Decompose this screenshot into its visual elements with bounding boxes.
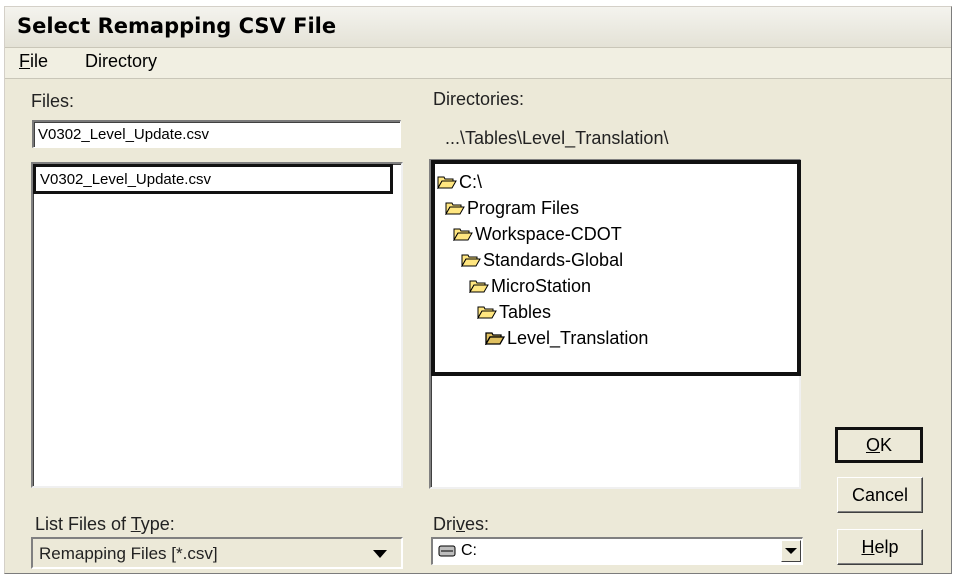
help-hotkey: H <box>861 537 875 557</box>
drives-selected: C: <box>461 542 477 559</box>
file-type-selected: Remapping Files [*.csv] <box>39 544 218 563</box>
drives-label-pre: Dri <box>433 514 456 534</box>
file-type-label-post: ype: <box>140 514 175 534</box>
open-folder-icon <box>453 228 473 241</box>
file-name-input[interactable]: V0302_Level_Update.csv <box>32 120 401 148</box>
tree-node-tables[interactable]: Tables <box>477 302 551 323</box>
dialog-title: Select Remapping CSV File <box>17 14 337 38</box>
open-folder-icon <box>469 280 489 293</box>
drives-label: Drives: <box>433 514 489 535</box>
tree-node-microstation[interactable]: MicroStation <box>469 276 591 297</box>
menu-directory[interactable]: Directory <box>85 51 157 72</box>
tree-node-level-translation[interactable]: Level_Translation <box>485 328 648 349</box>
drives-dropdown[interactable]: C: <box>431 537 803 565</box>
chevron-down-icon <box>785 548 797 554</box>
menu-file-rest: ile <box>30 51 49 71</box>
file-list-item-label: V0302_Level_Update.csv <box>40 171 211 188</box>
tree-node-label: Tables <box>499 302 552 322</box>
drives-label-post: es: <box>465 514 490 534</box>
file-type-label-hotkey: T <box>130 514 141 534</box>
drives-label-hotkey: v <box>456 514 465 534</box>
directories-label: Directories: <box>433 89 525 109</box>
tree-node-label: Workspace-CDOT <box>475 224 622 244</box>
drives-dropdown-button[interactable] <box>781 540 801 562</box>
help-button[interactable]: Help <box>837 529 923 565</box>
tree-node-label: Level_Translation <box>507 328 649 348</box>
tree-node-label: Program Files <box>467 198 580 218</box>
remap-csv-dialog: Select Remapping CSV File File Directory… <box>4 6 952 574</box>
menu-file[interactable]: File <box>19 51 48 72</box>
ok-hotkey: O <box>865 435 880 455</box>
cancel-button[interactable]: Cancel <box>837 477 923 513</box>
open-folder-selected-icon <box>485 332 505 345</box>
files-listbox[interactable]: V0302_Level_Update.csv <box>31 162 403 488</box>
open-folder-icon <box>437 176 457 189</box>
tree-node-c-drive[interactable]: C:\ <box>437 172 482 193</box>
tree-node-label: Standards-Global <box>483 250 624 270</box>
current-directory-path: ...\Tables\Level_Translation\ <box>445 128 669 148</box>
open-folder-icon <box>445 202 465 215</box>
file-type-dropdown[interactable]: Remapping Files [*.csv] <box>31 537 403 569</box>
file-type-label: List Files of Type: <box>35 514 175 535</box>
directory-tree-highlight: C:\ Program Files Workspace-CDOT Standar… <box>431 160 801 376</box>
tree-node-program-files[interactable]: Program Files <box>445 198 579 219</box>
chevron-down-icon <box>373 550 387 558</box>
files-label: Files: <box>31 91 75 111</box>
file-name-input-value: V0302_Level_Update.csv <box>38 126 209 143</box>
tree-node-label: C:\ <box>459 172 483 192</box>
title-bar[interactable]: Select Remapping CSV File <box>5 7 951 48</box>
ok-rest: K <box>880 435 893 455</box>
file-type-label-pre: List Files of <box>35 514 131 534</box>
ok-button[interactable]: OK <box>835 427 923 463</box>
tree-node-label: MicroStation <box>491 276 592 296</box>
open-folder-icon <box>477 306 497 319</box>
tree-node-standards-global[interactable]: Standards-Global <box>461 250 623 271</box>
open-folder-icon <box>461 254 481 267</box>
tree-node-workspace-cdot[interactable]: Workspace-CDOT <box>453 224 622 245</box>
menu-bar: File Directory <box>5 48 951 79</box>
menu-file-hotkey: F <box>19 51 30 71</box>
file-list-item-selected[interactable]: V0302_Level_Update.csv <box>33 164 393 194</box>
help-rest: elp <box>874 537 899 557</box>
drive-icon <box>438 545 456 557</box>
